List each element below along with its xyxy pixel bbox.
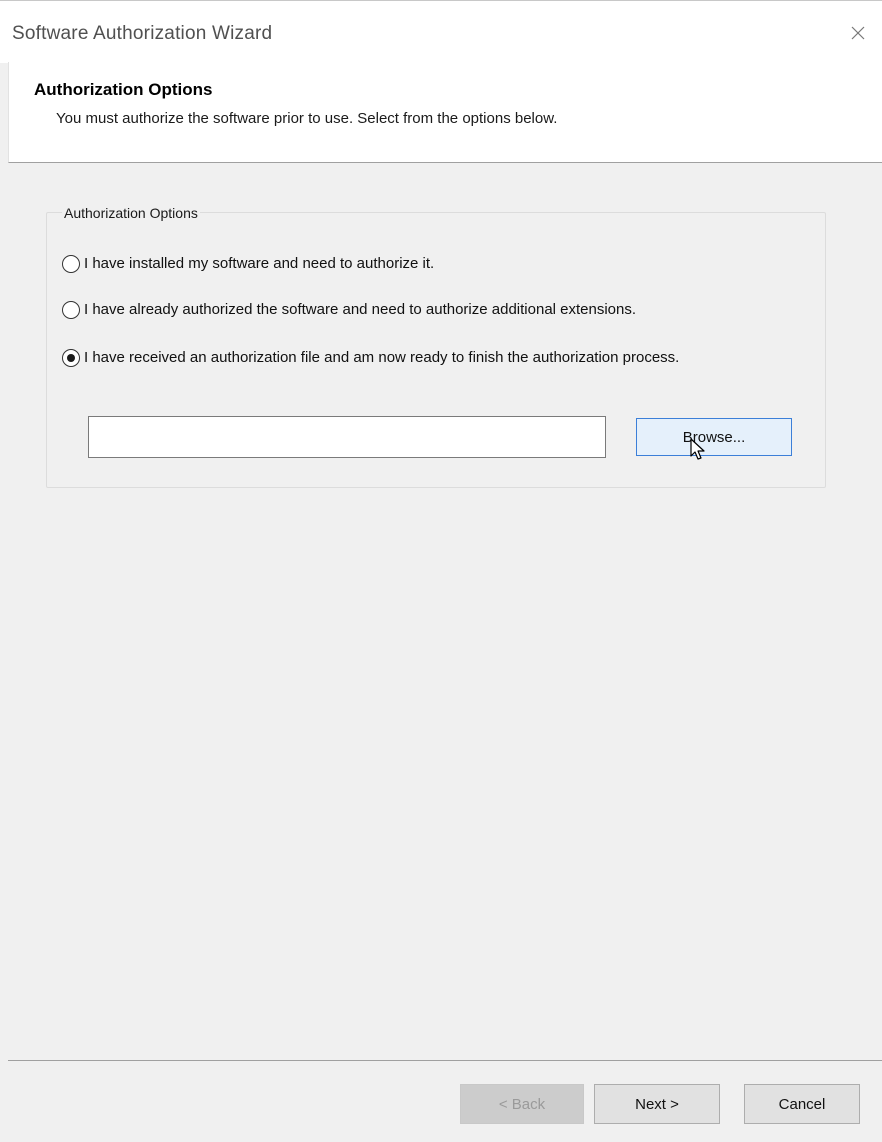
mouse-pointer-icon [690,438,705,460]
close-icon [851,26,865,40]
wizard-window: Software Authorization Wizard Authorizat… [0,0,882,1142]
window-title: Software Authorization Wizard [12,23,273,44]
next-button[interactable]: Next > [594,1084,720,1124]
authorization-file-path-input[interactable] [88,416,606,458]
back-button[interactable]: < Back [460,1084,584,1124]
radio-button-selected[interactable] [62,349,80,367]
page-title: Authorization Options [34,80,213,99]
title-bar: Software Authorization Wizard [0,0,882,63]
group-legend: Authorization Options [62,205,200,221]
option-finish-authorization[interactable]: I have received an authorization file an… [62,348,782,367]
option-label: I have already authorized the software a… [84,301,637,318]
cancel-button[interactable]: Cancel [744,1084,860,1124]
option-label: I have received an authorization file an… [84,349,680,366]
radio-button[interactable] [62,301,80,319]
option-authorize-software[interactable]: I have installed my software and need to… [62,254,434,273]
page-subtitle: You must authorize the software prior to… [56,110,558,127]
option-label: I have installed my software and need to… [84,255,435,272]
footer-divider [8,1060,882,1061]
option-authorize-extensions[interactable]: I have already authorized the software a… [62,300,636,319]
radio-button[interactable] [62,255,80,273]
browse-button[interactable]: Browse... [636,418,792,456]
close-button[interactable] [838,15,878,51]
